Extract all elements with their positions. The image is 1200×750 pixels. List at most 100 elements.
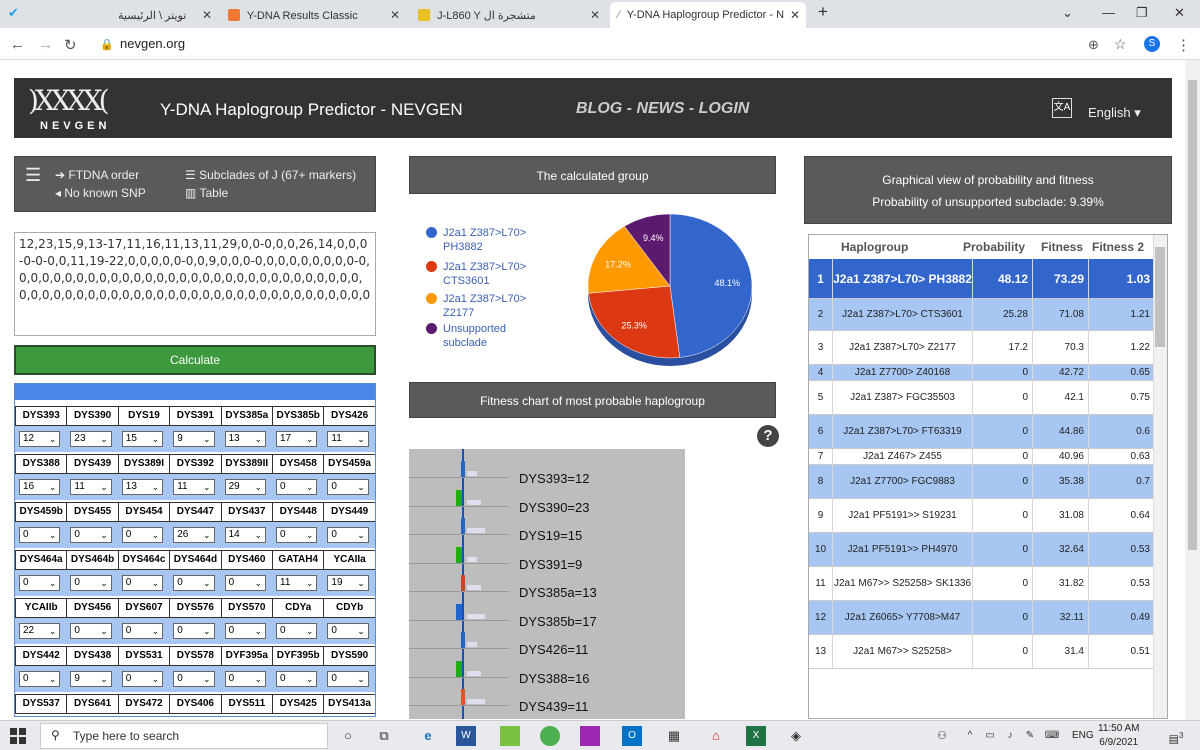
tray-chevron-icon[interactable]: ^ [960,726,980,746]
forward-icon[interactable]: → [38,36,53,53]
col-fitness[interactable]: Fitness [1041,240,1083,254]
str-value-select[interactable]: 0 ⌄ [173,671,215,687]
str-value-select[interactable]: 19 ⌄ [327,575,369,591]
restore-icon[interactable]: ❐ [1136,5,1148,21]
translate-icon[interactable]: 文A [1052,98,1072,118]
str-value-select[interactable]: 26 ⌄ [173,527,215,543]
notification-icon[interactable]: ▤3 [1166,726,1186,746]
str-value-select[interactable]: 16 ⌄ [19,479,61,495]
str-value-select[interactable]: 0 ⌄ [121,575,164,591]
back-icon[interactable]: ← [10,36,25,53]
str-value-select[interactable]: 13 ⌄ [121,479,164,495]
new-tab-button[interactable]: + [818,2,828,22]
menu-dots-icon[interactable]: ⋮ [1176,36,1191,54]
str-value-select[interactable]: 17 ⌄ [276,431,318,447]
str-value-select[interactable]: 0 ⌄ [19,671,61,687]
taskbar-clock[interactable]: 11:50 AM 6/9/2021 [1098,722,1140,750]
people-icon[interactable]: ⚇ [932,726,952,746]
outlook-icon[interactable]: O [622,726,642,746]
str-value-select[interactable]: 15 ⌄ [121,431,164,447]
tab-search-icon[interactable]: ⌄ [1062,5,1073,21]
str-value-select[interactable]: 0 ⌄ [327,623,369,639]
volume-icon[interactable]: ♪ [1000,726,1020,746]
probability-row[interactable]: 3 J2a1 Z387>L70> Z2177 17.2 70.3 1.22 [809,331,1155,365]
str-value-select[interactable]: 0 ⌄ [224,671,266,687]
taskbar-search-input[interactable]: ⚲ Type here to search [40,723,328,749]
probability-row[interactable]: 1 J2a1 Z387>L70> PH3882 48.12 73.29 1.03 [809,259,1155,299]
str-value-select[interactable]: 9 ⌄ [70,671,112,687]
str-value-select[interactable]: 9 ⌄ [173,431,215,447]
acrobat-icon[interactable]: ⌂ [706,726,726,746]
excel-icon[interactable]: X [746,726,766,746]
str-value-select[interactable]: 0 ⌄ [19,527,61,543]
str-value-select[interactable]: 11 ⌄ [276,575,318,591]
str-value-select[interactable]: 0 ⌄ [70,527,112,543]
close-window-icon[interactable]: ✕ [1174,5,1185,21]
col-probability[interactable]: Probability [963,240,1025,254]
help-question-icon[interactable]: ? [757,425,779,447]
network-icon[interactable]: ▭ [980,726,1000,746]
str-value-select[interactable]: 14 ⌄ [224,527,266,543]
table-scroll-thumb[interactable] [1155,247,1165,347]
chrome-icon[interactable] [540,726,560,746]
str-value-select[interactable]: 23 ⌄ [70,431,112,447]
nevgen-logo[interactable]: )XXXX( NEVGEN [28,84,110,132]
close-tab-icon[interactable]: ✕ [590,8,600,22]
windows-start-icon[interactable] [10,728,26,744]
calculator-icon[interactable]: ▦ [664,726,684,746]
col-fitness-2[interactable]: Fitness 2 [1092,240,1144,254]
language-dropdown[interactable]: English ▾ [1088,105,1141,121]
ftdna-order-option[interactable]: ➔ FTDNA order [55,168,139,182]
reload-icon[interactable]: ↻ [64,36,77,54]
probability-row[interactable]: 12 J2a1 Z6065> Y7708>M47 0 32.11 0.49 [809,601,1155,635]
probability-row[interactable]: 2 J2a1 Z387>L70> CTS3601 25.28 71.08 1.21 [809,299,1155,331]
keyboard-icon[interactable]: ⌨ [1042,726,1062,746]
subclades-option[interactable]: ☰ Subclades of J (67+ markers) [185,168,356,182]
str-value-select[interactable]: 22 ⌄ [19,623,61,639]
paint-icon[interactable] [580,726,600,746]
cortana-icon[interactable]: ○ [338,726,358,746]
probability-row[interactable]: 10 J2a1 PF5191>> PH4970 0 32.64 0.53 [809,533,1155,567]
app-icon[interactable]: ◈ [786,726,806,746]
bookmark-star-icon[interactable]: ☆ [1114,36,1127,53]
str-value-select[interactable]: 0 ⌄ [121,671,164,687]
str-value-select[interactable]: 0 ⌄ [276,527,318,543]
str-value-select[interactable]: 0 ⌄ [173,623,215,639]
close-tab-icon[interactable]: ✕ [390,8,400,22]
str-value-select[interactable]: 0 ⌄ [70,623,112,639]
str-value-select[interactable]: 13 ⌄ [224,431,266,447]
probability-row[interactable]: 4 J2a1 Z7700> Z40168 0 42.72 0.65 [809,365,1155,381]
str-value-select[interactable]: 11 ⌄ [327,431,369,447]
sliders-icon[interactable]: ☰ [25,165,41,186]
str-value-select[interactable]: 0 ⌄ [19,575,61,591]
browser-tab-twitter[interactable]: تويتر \ الرئيسية ✕ [110,2,218,28]
word-icon[interactable]: W [456,726,476,746]
no-known-snp-option[interactable]: ◂ No known SNP [55,186,146,200]
str-value-select[interactable]: 0 ⌄ [327,527,369,543]
page-scroll-thumb[interactable] [1188,80,1197,550]
edge-icon[interactable]: e [418,726,438,746]
probability-row[interactable]: 13 J2a1 M67>> S25258> 0 31.4 0.51 [809,635,1155,669]
str-value-select[interactable]: 0 ⌄ [70,575,112,591]
probability-row[interactable]: 5 J2a1 Z387> FGC35503 0 42.1 0.75 [809,381,1155,415]
probability-row[interactable]: 7 J2a1 Z467> Z455 0 40.96 0.63 [809,449,1155,465]
blog-news-login-nav[interactable]: BLOG - NEWS - LOGIN [576,100,749,118]
str-value-select[interactable]: 0 ⌄ [173,575,215,591]
str-value-select[interactable]: 0 ⌄ [276,623,318,639]
str-value-select[interactable]: 0 ⌄ [327,479,369,495]
close-tab-icon[interactable]: ✕ [790,8,800,22]
str-value-select[interactable]: 0 ⌄ [121,623,164,639]
str-value-select[interactable]: 0 ⌄ [276,479,318,495]
str-value-select[interactable]: 11 ⌄ [70,479,112,495]
probability-row[interactable]: 6 J2a1 Z387>L70> FT63319 0 44.86 0.6 [809,415,1155,449]
language-indicator[interactable]: ENG [1072,730,1094,741]
str-value-select[interactable]: 0 ⌄ [224,575,266,591]
browser-tab-ftdna[interactable]: Y-DNA Results Classic ✕ [220,2,406,28]
str-value-select[interactable]: 11 ⌄ [173,479,215,495]
probability-row[interactable]: 11 J2a1 M67>> S25258> SK1336 0 31.82 0.53 [809,567,1155,601]
browser-tab-yfull[interactable]: J-L860 Y متشجرة ال ✕ [410,2,606,28]
str-value-select[interactable]: 0 ⌄ [276,671,318,687]
probability-row[interactable]: 9 J2a1 PF5191>> S19231 0 31.08 0.64 [809,499,1155,533]
col-haplogroup[interactable]: Haplogroup [841,240,908,254]
page-scrollbar[interactable] [1185,60,1200,720]
